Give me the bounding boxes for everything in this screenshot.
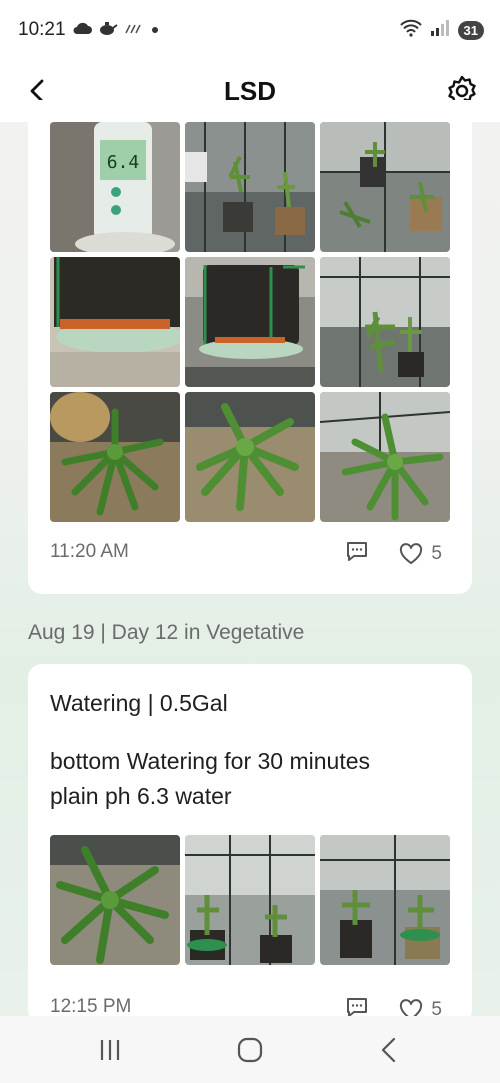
entry-timestamp: 11:20 AM [50,541,129,562]
comment-icon [347,998,368,1017]
battery-indicator: 31 [457,21,484,40]
cell-signal-icon [430,19,450,42]
chevron-left-icon [381,1037,396,1063]
comment-icon [347,542,368,561]
system-nav-bar [0,1016,500,1083]
photo-thumbnail[interactable] [320,392,450,522]
like-button[interactable]: 5 [399,543,442,565]
photo-thumbnail[interactable] [50,392,180,522]
photo-thumbnail[interactable] [185,835,315,965]
system-back-button[interactable] [374,1036,406,1064]
photo-thumbnail[interactable] [185,122,315,252]
home-icon [237,1037,263,1063]
teapot-icon [98,20,118,41]
entry-note-line: bottom Watering for 30 minutes [50,748,371,774]
journal-entry-card: Watering | 0.5Gal bottom Watering for 30… [28,664,472,1024]
entry-note: bottom Watering for 30 minutes plain ph … [50,744,470,814]
entry-note-line: plain ph 6.3 water [50,783,232,809]
entry-actions: 5 [345,540,442,568]
entry-timestamp: 12:15 PM [50,996,132,1017]
status-notification-icons [72,20,160,41]
date-section-header: Aug 19 | Day 12 in Vegetative [28,621,305,644]
photo-thumbnail[interactable] [185,257,315,387]
photo-grid: 6.4 [50,122,450,522]
no-signal-icon [124,21,144,40]
status-time: 10:21 [18,19,66,40]
status-system-icons: 31 [399,19,484,42]
recent-apps-icon [100,1040,120,1060]
cloud-icon [72,21,92,40]
photo-thumbnail[interactable] [320,257,450,387]
recent-apps-button[interactable] [94,1036,126,1064]
home-button[interactable] [234,1036,266,1064]
photo-thumbnail[interactable] [50,835,180,965]
photo-thumbnail[interactable]: 6.4 [50,122,180,252]
journal-entry-card: 6.4 11:20 AM 5 [28,100,472,594]
photo-thumbnail[interactable] [50,257,180,387]
dot-icon [150,22,160,40]
like-count: 5 [431,543,442,564]
photo-thumbnail[interactable] [185,392,315,522]
svg-text:6.4: 6.4 [107,152,140,173]
entry-title: Watering | 0.5Gal [50,690,228,716]
photo-thumbnail[interactable] [320,122,450,252]
comment-button[interactable] [345,540,369,568]
photo-grid [50,835,450,965]
photo-thumbnail[interactable] [320,835,450,965]
heart-icon [400,543,423,564]
status-bar: 10:21 31 [0,0,500,60]
wifi-icon [399,19,422,42]
